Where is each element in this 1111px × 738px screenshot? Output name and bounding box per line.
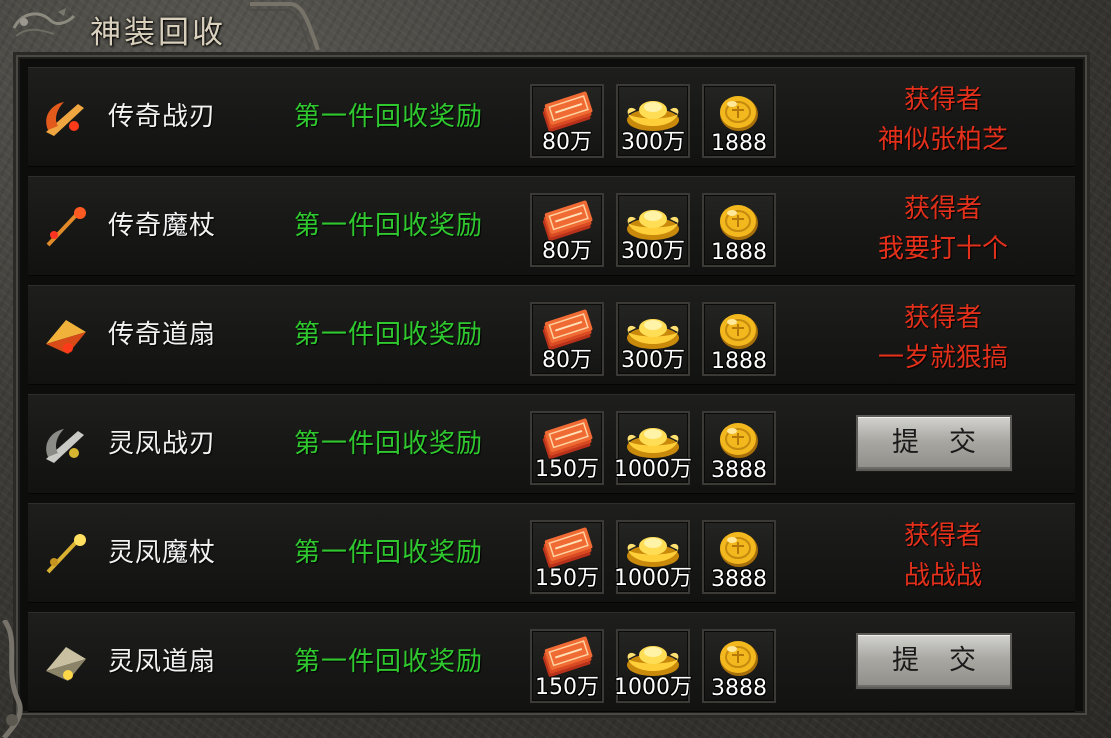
item-icon bbox=[38, 641, 92, 685]
reward-amount: 80万 bbox=[542, 130, 592, 155]
recycle-row-4: 灵凤战刃 第一件回收奖励 150万 1000万 3888 提交 bbox=[28, 394, 1075, 494]
reward-slot-coin[interactable]: 1888 bbox=[702, 84, 776, 158]
item-icon bbox=[38, 205, 92, 249]
title-bar: 神装回收 bbox=[0, 0, 320, 52]
gold-coin-icon bbox=[720, 532, 758, 567]
phoenix-fan-icon bbox=[46, 647, 86, 681]
winner-info: 获得者 神似张柏芝 bbox=[828, 80, 1058, 160]
winner-info: 获得者 一岁就狠搞 bbox=[828, 298, 1058, 378]
first-recycle-reward-label: 第一件回收奖励 bbox=[294, 538, 484, 568]
gold-coin-icon bbox=[720, 96, 758, 131]
reward-amount: 300万 bbox=[621, 130, 685, 155]
first-recycle-reward-label: 第一件回收奖励 bbox=[294, 320, 484, 350]
recycle-window: 神装回收 传奇战刃 第一件回收奖励 80万 300万 1888 获得者 神似张柏… bbox=[0, 0, 1111, 738]
winner-label: 获得者 bbox=[903, 194, 982, 224]
item-name: 灵凤战刃 bbox=[108, 429, 217, 459]
reward-amount: 1888 bbox=[711, 349, 767, 374]
winner-name: 神似张柏芝 bbox=[877, 125, 1008, 155]
winner-label: 获得者 bbox=[903, 303, 982, 333]
reward-slot-ingot[interactable]: 300万 bbox=[616, 193, 690, 267]
reward-amount: 1000万 bbox=[614, 457, 692, 482]
recycle-row-6: 灵凤道扇 第一件回收奖励 150万 1000万 3888 提交 bbox=[28, 612, 1075, 712]
title-corner-ornament-icon bbox=[250, 1, 320, 51]
reward-amount: 300万 bbox=[621, 239, 685, 264]
reward-amount: 150万 bbox=[535, 457, 599, 482]
item-name: 灵凤道扇 bbox=[108, 647, 217, 677]
frame-corner-ornament-icon bbox=[1, 620, 23, 738]
gold-coin-icon bbox=[720, 423, 758, 458]
reward-slot-coupons[interactable]: 80万 bbox=[530, 84, 604, 158]
dragon-ornament-icon bbox=[12, 8, 76, 37]
winner-name: 我要打十个 bbox=[877, 234, 1008, 264]
gold-coin-icon bbox=[720, 314, 758, 349]
winner-name: 一岁就狠搞 bbox=[877, 343, 1008, 373]
reward-amount: 1888 bbox=[711, 131, 767, 156]
submit-button[interactable]: 提交 bbox=[856, 415, 1012, 471]
reward-amount: 80万 bbox=[542, 348, 592, 373]
winner-label: 获得者 bbox=[903, 521, 982, 551]
reward-amount: 1888 bbox=[711, 240, 767, 265]
legend-fan-icon bbox=[46, 320, 86, 354]
item-icon bbox=[38, 96, 92, 140]
reward-slot-coin[interactable]: 3888 bbox=[702, 629, 776, 703]
item-name: 传奇战刃 bbox=[108, 102, 217, 132]
winner-name: 战战战 bbox=[903, 561, 982, 591]
reward-amount: 3888 bbox=[711, 458, 767, 483]
reward-amount: 3888 bbox=[711, 676, 767, 701]
reward-slot-coin[interactable]: 3888 bbox=[702, 411, 776, 485]
reward-amount: 3888 bbox=[711, 567, 767, 592]
submit-button[interactable]: 提交 bbox=[856, 633, 1012, 689]
reward-slot-coin[interactable]: 1888 bbox=[702, 302, 776, 376]
reward-slot-ingot[interactable]: 1000万 bbox=[614, 411, 692, 485]
first-recycle-reward-label: 第一件回收奖励 bbox=[294, 429, 484, 459]
reward-amount: 1000万 bbox=[614, 566, 692, 591]
winner-info: 获得者 我要打十个 bbox=[828, 189, 1058, 269]
recycle-list: 传奇战刃 第一件回收奖励 80万 300万 1888 获得者 神似张柏芝 传奇魔… bbox=[28, 67, 1075, 712]
reward-slot-coin[interactable]: 1888 bbox=[702, 193, 776, 267]
winner-label: 获得者 bbox=[903, 85, 982, 115]
reward-amount: 150万 bbox=[535, 675, 599, 700]
recycle-row-5: 灵凤魔杖 第一件回收奖励 150万 1000万 3888 获得者 战战战 bbox=[28, 503, 1075, 603]
reward-slot-ingot[interactable]: 300万 bbox=[616, 302, 690, 376]
phoenix-staff-icon bbox=[46, 534, 86, 574]
reward-slot-coupons[interactable]: 80万 bbox=[530, 302, 604, 376]
first-recycle-reward-label: 第一件回收奖励 bbox=[294, 211, 484, 241]
winner-info: 获得者 战战战 bbox=[828, 516, 1058, 596]
item-name: 灵凤魔杖 bbox=[108, 538, 217, 568]
legend-staff-icon bbox=[46, 207, 86, 247]
item-icon bbox=[38, 532, 92, 576]
gold-coin-icon bbox=[720, 641, 758, 676]
reward-slot-coupons[interactable]: 150万 bbox=[530, 411, 604, 485]
phoenix-blade-icon bbox=[46, 429, 84, 463]
reward-amount: 80万 bbox=[542, 239, 592, 264]
recycle-row-1: 传奇战刃 第一件回收奖励 80万 300万 1888 获得者 神似张柏芝 bbox=[28, 67, 1075, 167]
reward-slot-ingot[interactable]: 1000万 bbox=[614, 629, 692, 703]
item-name: 传奇魔杖 bbox=[108, 211, 217, 241]
reward-slot-coupons[interactable]: 80万 bbox=[530, 193, 604, 267]
gold-coin-icon bbox=[720, 205, 758, 240]
reward-slot-coupons[interactable]: 150万 bbox=[530, 520, 604, 594]
reward-slot-coin[interactable]: 3888 bbox=[702, 520, 776, 594]
window-title: 神装回收 bbox=[90, 15, 226, 51]
reward-amount: 300万 bbox=[621, 348, 685, 373]
reward-slot-coupons[interactable]: 150万 bbox=[530, 629, 604, 703]
recycle-list-panel: 传奇战刃 第一件回收奖励 80万 300万 1888 获得者 神似张柏芝 传奇魔… bbox=[16, 55, 1087, 715]
reward-amount: 1000万 bbox=[614, 675, 692, 700]
reward-amount: 150万 bbox=[535, 566, 599, 591]
reward-slot-ingot[interactable]: 1000万 bbox=[614, 520, 692, 594]
first-recycle-reward-label: 第一件回收奖励 bbox=[294, 647, 484, 677]
item-icon bbox=[38, 314, 92, 358]
recycle-row-2: 传奇魔杖 第一件回收奖励 80万 300万 1888 获得者 我要打十个 bbox=[28, 176, 1075, 276]
reward-slot-ingot[interactable]: 300万 bbox=[616, 84, 690, 158]
first-recycle-reward-label: 第一件回收奖励 bbox=[294, 102, 484, 132]
recycle-row-3: 传奇道扇 第一件回收奖励 80万 300万 1888 获得者 一岁就狠搞 bbox=[28, 285, 1075, 385]
legend-blade-icon bbox=[46, 102, 84, 136]
item-name: 传奇道扇 bbox=[108, 320, 217, 350]
item-icon bbox=[38, 423, 92, 467]
